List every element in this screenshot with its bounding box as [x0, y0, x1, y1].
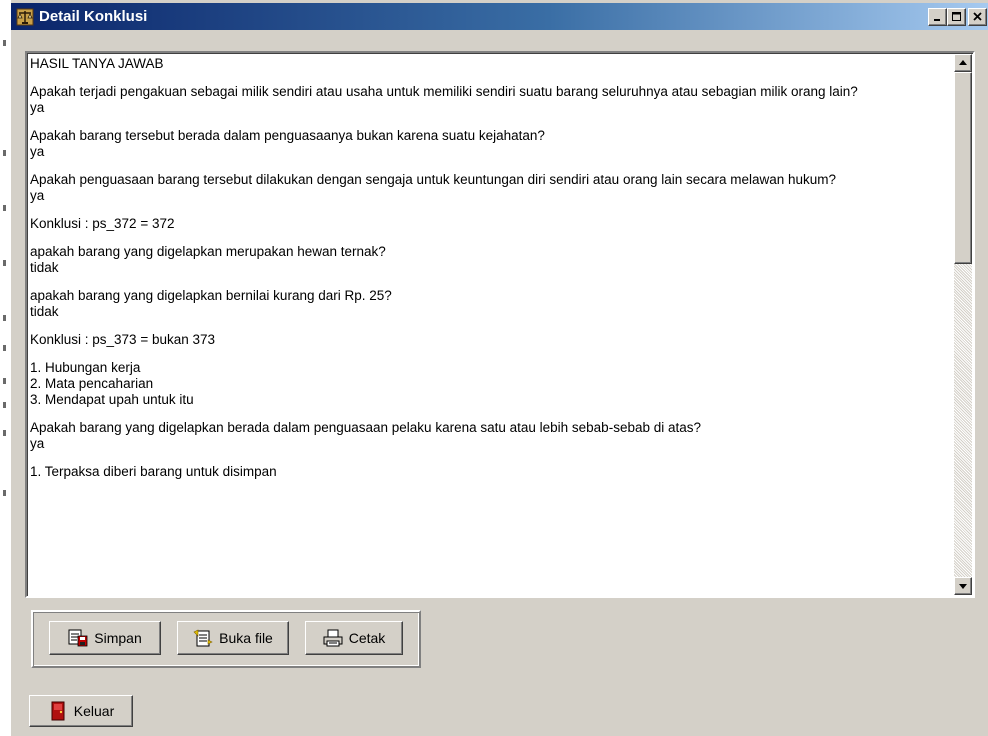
cetak-button[interactable]: Cetak — [305, 621, 403, 655]
memo-line: tidak — [30, 260, 59, 275]
memo-line: 1. Terpaksa diberi barang untuk disimpan — [30, 464, 277, 479]
memo-line: tidak — [30, 304, 59, 319]
memo-blank-line — [30, 160, 952, 172]
buka-file-label: Buka file — [219, 630, 273, 646]
scales-icon[interactable] — [15, 7, 35, 27]
desktop-mark — [3, 205, 6, 211]
buka-file-button[interactable]: Buka file — [177, 621, 289, 655]
cetak-label: Cetak — [348, 630, 386, 646]
caption-buttons — [928, 8, 987, 26]
printer-icon — [323, 628, 343, 648]
vertical-scrollbar[interactable] — [954, 54, 972, 595]
file-actions-panel: Simpan Buka file Cetak — [31, 610, 421, 668]
memo-blank-line — [30, 116, 952, 128]
memo-line: ya — [30, 100, 45, 115]
memo-line: ya — [30, 436, 45, 451]
keluar-button[interactable]: Keluar — [29, 695, 133, 727]
desktop-mark — [3, 402, 6, 408]
scroll-down-button[interactable] — [954, 577, 972, 595]
close-button[interactable] — [968, 8, 987, 26]
memo-line: HASIL TANYA JAWAB — [30, 56, 164, 71]
memo-blank-line — [30, 452, 952, 464]
minimize-icon — [933, 19, 940, 21]
memo-text-area[interactable]: HASIL TANYA JAWAB Apakah terjadi pengakua… — [30, 56, 952, 593]
memo-line: Apakah barang yang digelapkan berada dal… — [30, 420, 702, 435]
memo-line: Konklusi : ps_373 = bukan 373 — [30, 332, 216, 347]
memo-line: Apakah terjadi pengakuan sebagai milik s… — [30, 84, 858, 99]
memo-line: ya — [30, 144, 45, 159]
desktop-mark — [3, 378, 6, 384]
arrow-up-icon — [959, 60, 967, 65]
exit-door-icon — [48, 701, 68, 721]
memo-blank-line — [30, 408, 952, 420]
simpan-button[interactable]: Simpan — [49, 621, 161, 655]
minimize-button[interactable] — [928, 8, 947, 26]
memo-line: 2. Mata pencaharian — [30, 376, 154, 391]
close-icon — [972, 12, 982, 21]
desktop-mark — [3, 260, 6, 266]
memo-line: 1. Hubungan kerja — [30, 360, 141, 375]
result-memo[interactable]: HASIL TANYA JAWAB Apakah terjadi pengakua… — [25, 51, 975, 598]
memo-line: 3. Mendapat upah untuk itu — [30, 392, 194, 407]
memo-line: Apakah barang tersebut berada dalam peng… — [30, 128, 545, 143]
desktop-mark — [3, 315, 6, 321]
desktop-mark — [3, 430, 6, 436]
memo-blank-line — [30, 348, 952, 360]
desktop-mark — [3, 40, 6, 46]
memo-line: Konklusi : ps_372 = 372 — [30, 216, 175, 231]
scroll-thumb[interactable] — [954, 72, 972, 264]
save-icon — [68, 628, 88, 648]
memo-blank-line — [30, 232, 952, 244]
arrow-down-icon — [959, 584, 967, 589]
desktop-mark — [3, 490, 6, 496]
simpan-label: Simpan — [94, 630, 142, 646]
memo-line: Apakah penguasaan barang tersebut dilaku… — [30, 172, 837, 187]
memo-line: ya — [30, 188, 45, 203]
memo-blank-line — [30, 72, 952, 84]
keluar-label: Keluar — [73, 703, 115, 719]
memo-blank-line — [30, 320, 952, 332]
desktop-edge — [0, 0, 10, 736]
scroll-up-button[interactable] — [954, 54, 972, 72]
desktop-mark — [3, 150, 6, 156]
title-bar[interactable]: Detail Konklusi — [11, 3, 988, 30]
open-file-icon — [193, 628, 213, 648]
memo-line: apakah barang yang digelapkan bernilai k… — [30, 288, 392, 303]
detail-konklusi-window: Detail Konklusi HASIL TANYA JAWAB Apakah … — [10, 0, 988, 736]
maximize-button[interactable] — [947, 8, 966, 26]
memo-line: apakah barang yang digelapkan merupakan … — [30, 244, 386, 259]
desktop-mark — [3, 345, 6, 351]
maximize-icon — [951, 12, 961, 21]
window-title: Detail Konklusi — [39, 8, 148, 25]
memo-blank-line — [30, 204, 952, 216]
memo-blank-line — [30, 276, 952, 288]
